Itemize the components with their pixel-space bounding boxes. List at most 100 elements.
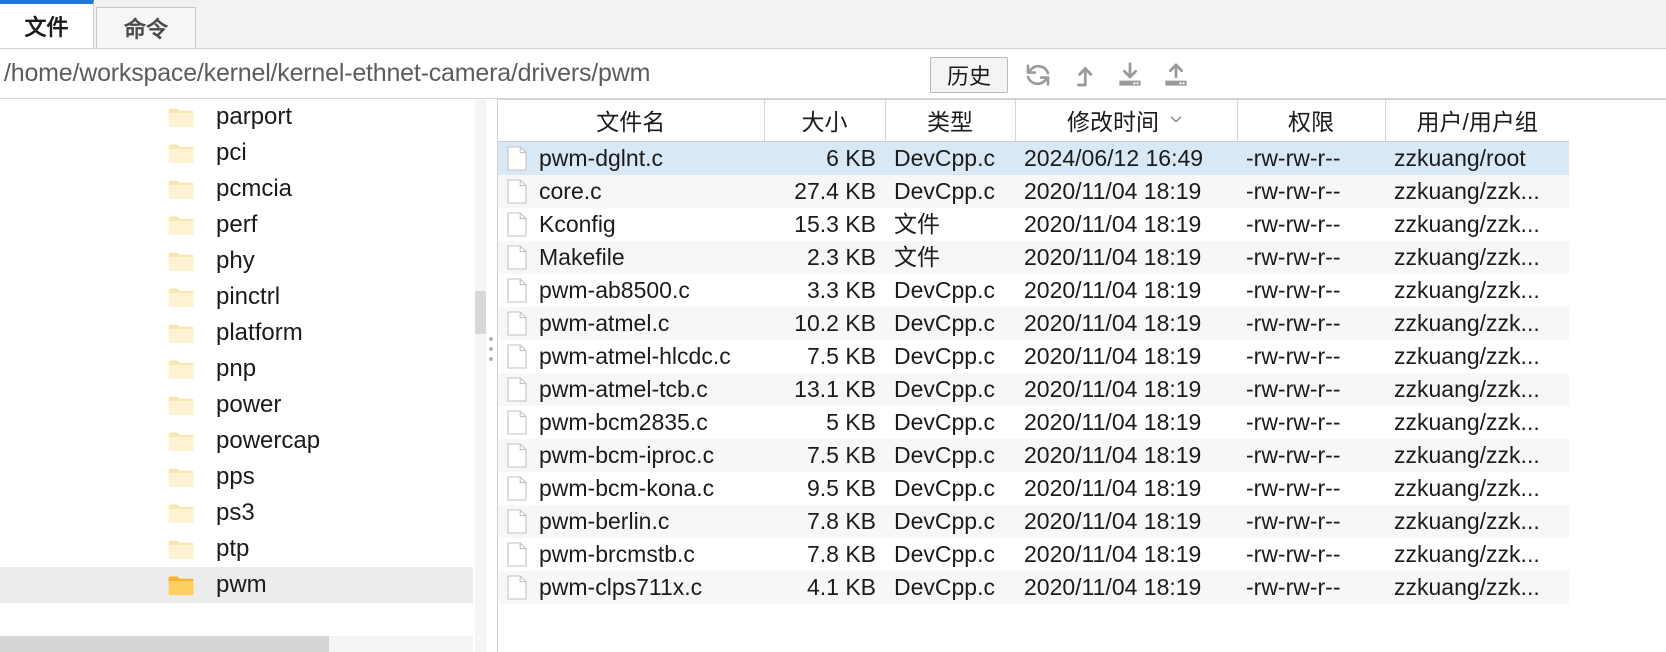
file-name-label: Makefile (539, 243, 625, 270)
tree-item-pci[interactable]: pci (0, 135, 473, 171)
file-row[interactable]: pwm-ab8500.c 3.3 KB DevCpp.c 2020/11/04 18:… (498, 273, 1569, 307)
tree-item-ps3[interactable]: ps3 (0, 495, 473, 531)
file-size-cell: 5 KB (764, 405, 885, 439)
directory-tree[interactable]: parport pci pcmcia perf phy pinctrl platform pn… (0, 99, 473, 652)
file-icon (507, 409, 527, 435)
tree-item-label: pcmcia (216, 175, 293, 202)
col-size[interactable]: 大小 (764, 100, 886, 142)
tree-item-pnp[interactable]: pnp (0, 351, 473, 387)
file-icon (507, 244, 527, 270)
folder-icon (168, 107, 205, 128)
file-type-cell: 文件 (885, 240, 1015, 274)
tree-item-parport[interactable]: parport (0, 99, 473, 135)
file-row[interactable]: pwm-atmel-hlcdc.c 7.5 KB DevCpp.c 2020/11/0… (498, 339, 1569, 373)
file-row[interactable]: pwm-atmel.c 10.2 KB DevCpp.c 2020/11/04 18:… (498, 306, 1569, 340)
col-size-label: 大小 (801, 109, 848, 136)
file-table-body: pwm-dglnt.c 6 KB DevCpp.c 2024/06/12 16:49-… (498, 141, 1569, 604)
tree-item-perf[interactable]: perf (0, 207, 473, 243)
file-row[interactable]: pwm-dglnt.c 6 KB DevCpp.c 2024/06/12 16:49-… (498, 141, 1569, 175)
file-row[interactable]: pwm-bcm2835.c 5 KB DevCpp.c 2020/11/04 18:1… (498, 405, 1569, 439)
tree-item-powercap[interactable]: powercap (0, 423, 473, 459)
tree-item-pwm[interactable]: pwm (0, 567, 473, 603)
folder-icon (168, 179, 205, 200)
splitter-grip-icon (489, 337, 494, 367)
file-name-cell: pwm-atmel.c (498, 306, 764, 340)
file-icon (507, 343, 527, 369)
file-row[interactable]: core.c 27.4 KB DevCpp.c 2020/11/04 18:19 -rw… (498, 174, 1569, 208)
tree-horizontal-scrollbar[interactable] (0, 636, 473, 652)
tree-item-platform[interactable]: platform (0, 315, 473, 351)
history-button[interactable]: 历史 (930, 57, 1008, 93)
tree-item-label: ps3 (216, 499, 255, 526)
download-icon[interactable] (1114, 59, 1146, 91)
col-type[interactable]: 类型 (885, 100, 1016, 142)
folder-icon (168, 467, 205, 488)
folder-icon (168, 143, 205, 164)
file-mtime-cell: 2020/11/04 18:19 (1015, 570, 1237, 604)
file-name-label: pwm-bcm-kona.c (539, 474, 715, 501)
file-owner-cell: zzkuang/zzk... (1385, 405, 1569, 439)
file-permissions-cell: -rw-rw-r-- (1237, 273, 1385, 307)
file-row[interactable]: Makefile 2.3 KB 文件 2020/11/04 18:19 -rw-rw-r… (498, 240, 1569, 274)
file-row[interactable]: pwm-bcm-iproc.c 7.5 KB DevCpp.c 2020/11/04 … (498, 438, 1569, 472)
file-permissions-cell: -rw-rw-r-- (1237, 438, 1385, 472)
tree-item-phy[interactable]: phy (0, 243, 473, 279)
folder-icon (168, 287, 205, 308)
file-type-cell: DevCpp.c (885, 273, 1015, 307)
file-permissions-cell: -rw-rw-r-- (1237, 504, 1385, 538)
file-owner-cell: zzkuang/root (1385, 141, 1569, 175)
file-name-label: pwm-atmel.c (539, 309, 670, 336)
file-permissions-cell: -rw-rw-r-- (1237, 471, 1385, 505)
file-type-cell: DevCpp.c (885, 141, 1015, 175)
current-path-text[interactable]: /home/workspace/kernel/kernel-ethnet-cam… (4, 59, 904, 88)
tab-command[interactable]: 命令 (96, 7, 196, 48)
file-owner-cell: zzkuang/zzk... (1385, 273, 1569, 307)
file-mtime-cell: 2024/06/12 16:49 (1015, 141, 1237, 175)
file-size-cell: 2.3 KB (764, 240, 885, 274)
tree-horizontal-scrollbar-thumb[interactable] (0, 636, 329, 652)
tree-item-label: platform (216, 319, 303, 346)
file-row[interactable]: pwm-berlin.c 7.8 KB DevCpp.c 2020/11/04 18:… (498, 504, 1569, 538)
refresh-icon[interactable] (1022, 59, 1054, 91)
tab-files[interactable]: 文件 (0, 0, 94, 48)
file-mtime-cell: 2020/11/04 18:19 (1015, 471, 1237, 505)
file-row[interactable]: pwm-brcmstb.c 7.8 KB DevCpp.c 2020/11/04 18… (498, 537, 1569, 571)
file-mtime-cell: 2020/11/04 18:19 (1015, 339, 1237, 373)
parent-folder-up-icon[interactable] (1068, 59, 1100, 91)
col-filename[interactable]: 文件名 (498, 100, 765, 142)
file-owner-cell: zzkuang/zzk... (1385, 240, 1569, 274)
file-permissions-cell: -rw-rw-r-- (1237, 537, 1385, 571)
tree-item-pcmcia[interactable]: pcmcia (0, 171, 473, 207)
file-size-cell: 9.5 KB (764, 471, 885, 505)
col-type-label: 类型 (927, 109, 973, 136)
file-row[interactable]: pwm-clps711x.c 4.1 KB DevCpp.c 2020/11/04 1… (498, 570, 1569, 604)
file-mtime-cell: 2020/11/04 18:19 (1015, 405, 1237, 439)
file-type-cell: DevCpp.c (885, 372, 1015, 406)
file-permissions-cell: -rw-rw-r-- (1237, 306, 1385, 340)
tree-item-label: pps (216, 463, 255, 490)
file-name-label: Kconfig (539, 210, 616, 237)
file-list-pane[interactable]: 文件名 大小 类型 修改时间 权限 用户/用户组 pwm-dglnt.c 6 K… (497, 99, 1666, 652)
file-mtime-cell: 2020/11/04 18:19 (1015, 306, 1237, 340)
col-mtime[interactable]: 修改时间 (1015, 100, 1238, 142)
upload-icon[interactable] (1160, 59, 1192, 91)
file-size-cell: 10.2 KB (764, 306, 885, 340)
file-row[interactable]: pwm-atmel-tcb.c 13.1 KB DevCpp.c 2020/11/04… (498, 372, 1569, 406)
col-owner[interactable]: 用户/用户组 (1385, 100, 1569, 142)
file-name-cell: pwm-atmel-tcb.c (498, 372, 764, 406)
folder-icon (168, 251, 205, 272)
tree-item-pinctrl[interactable]: pinctrl (0, 279, 473, 315)
file-row[interactable]: Kconfig 15.3 KB 文件 2020/11/04 18:19 -rw-rw-r… (498, 207, 1569, 241)
pane-splitter[interactable] (486, 99, 496, 652)
col-owner-label: 用户/用户组 (1416, 109, 1538, 136)
chevron-down-icon (1167, 107, 1185, 134)
file-type-cell: 文件 (885, 207, 1015, 241)
col-permissions[interactable]: 权限 (1237, 100, 1386, 142)
file-name-label: pwm-atmel-tcb.c (539, 375, 708, 402)
file-icon (507, 211, 527, 237)
tree-item-pps[interactable]: pps (0, 459, 473, 495)
tree-item-ptp[interactable]: ptp (0, 531, 473, 567)
folder-icon (168, 323, 205, 344)
tree-item-power[interactable]: power (0, 387, 473, 423)
file-row[interactable]: pwm-bcm-kona.c 9.5 KB DevCpp.c 2020/11/04 1… (498, 471, 1569, 505)
